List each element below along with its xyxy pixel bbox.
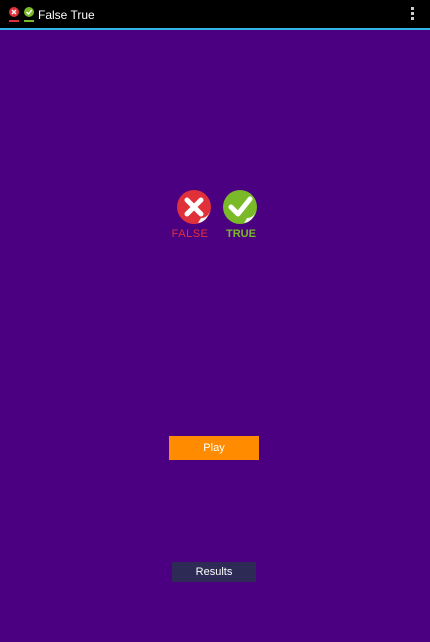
app-icon-false-caption bbox=[9, 20, 19, 22]
app-icon-true-caption bbox=[24, 20, 34, 22]
green-check-icon bbox=[223, 190, 257, 224]
action-bar: False True bbox=[0, 0, 430, 30]
overflow-menu-icon[interactable] bbox=[410, 7, 416, 23]
app-icon bbox=[9, 7, 34, 22]
overflow-dot bbox=[411, 17, 414, 20]
overflow-dot bbox=[411, 12, 414, 15]
false-label: FALSE bbox=[172, 228, 209, 240]
app-icon-true-circle bbox=[24, 7, 34, 17]
red-x-icon bbox=[177, 190, 211, 224]
play-button[interactable]: Play bbox=[169, 436, 259, 460]
app-title: False True bbox=[38, 8, 95, 22]
results-button[interactable]: Results bbox=[172, 562, 256, 582]
app-screen: False True FALSE TRUE Play Results bbox=[0, 0, 430, 642]
true-label: TRUE bbox=[226, 228, 256, 240]
overflow-dot bbox=[411, 7, 414, 10]
false-true-logo: FALSE TRUE bbox=[172, 190, 257, 240]
